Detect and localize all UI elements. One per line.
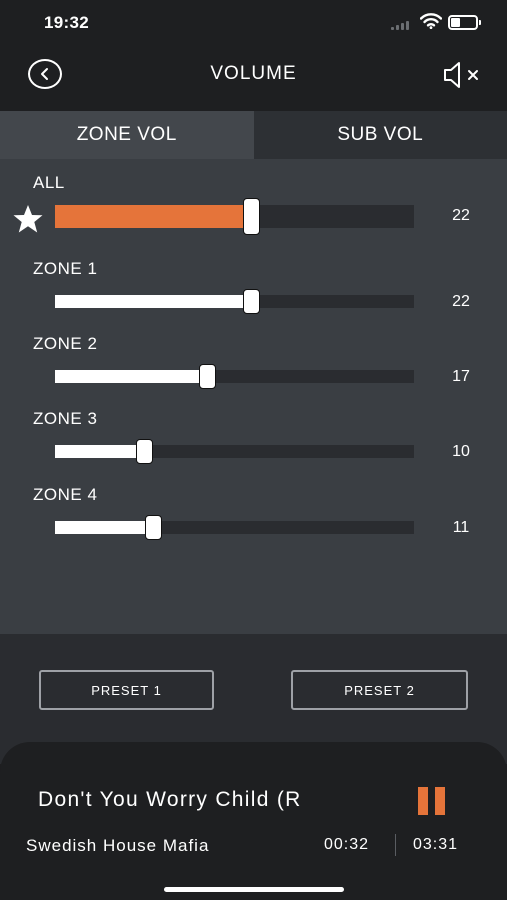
tab-sub-vol[interactable]: SUB VOL	[253, 111, 507, 159]
zone-2-volume-value: 17	[452, 368, 470, 385]
wifi-icon	[420, 13, 442, 29]
zone-4-volume-slider[interactable]	[55, 515, 414, 540]
zone-label-all: ALL	[33, 173, 65, 192]
zone-3-volume-handle[interactable]	[136, 439, 153, 464]
total-time: 03:31	[413, 836, 459, 853]
cellular-signal-icon	[391, 20, 411, 30]
all-volume-fill	[55, 205, 252, 228]
now-playing-bar[interactable]: Don't You Worry Child (R Swedish House M…	[0, 742, 507, 900]
artist-name: Swedish House Mafia	[26, 836, 210, 855]
zone-3-volume-slider[interactable]	[55, 439, 414, 464]
zone-1-volume-handle[interactable]	[243, 289, 260, 314]
zone-1-volume-fill	[55, 295, 252, 308]
volume-tabs: ZONE VOL SUB VOL	[0, 111, 507, 159]
time-divider	[395, 834, 396, 856]
zone-label-1: ZONE 1	[33, 259, 98, 278]
header: VOLUME	[0, 45, 507, 111]
zone-4-volume-fill	[55, 521, 154, 534]
star-icon[interactable]	[12, 203, 44, 235]
status-time: 19:32	[44, 13, 89, 32]
preset-1-button[interactable]: PRESET 1	[39, 670, 214, 710]
preset-2-button[interactable]: PRESET 2	[291, 670, 468, 710]
status-bar: 19:32	[0, 0, 507, 45]
all-volume-handle[interactable]	[243, 198, 260, 235]
mute-speaker-icon[interactable]	[442, 59, 482, 91]
zone-2-volume-fill	[55, 370, 208, 383]
all-volume-slider[interactable]	[55, 198, 414, 235]
battery-icon	[448, 15, 481, 30]
zone-volume-panel: ALL 22 ZONE 1 22 ZONE 2 17 ZONE 3 10 ZON…	[0, 159, 507, 634]
zone-1-volume-value: 22	[452, 293, 470, 310]
page-title: VOLUME	[210, 63, 297, 84]
track-title: Don't You Worry Child (R	[38, 788, 302, 811]
zone-label-4: ZONE 4	[33, 485, 98, 504]
tab-zone-vol[interactable]: ZONE VOL	[0, 111, 254, 159]
zone-label-3: ZONE 3	[33, 409, 98, 428]
zone-1-volume-slider[interactable]	[55, 289, 414, 314]
zone-4-volume-handle[interactable]	[145, 515, 162, 540]
zone-4-volume-value: 11	[452, 519, 470, 536]
elapsed-time: 00:32	[324, 836, 370, 853]
home-indicator	[164, 887, 344, 892]
zone-2-volume-handle[interactable]	[199, 364, 216, 389]
pause-icon[interactable]	[418, 787, 446, 815]
all-volume-value: 22	[452, 207, 470, 224]
zone-3-volume-fill	[55, 445, 145, 458]
zone-3-volume-value: 10	[452, 443, 470, 460]
zone-2-volume-slider[interactable]	[55, 364, 414, 389]
zone-label-2: ZONE 2	[33, 334, 98, 353]
